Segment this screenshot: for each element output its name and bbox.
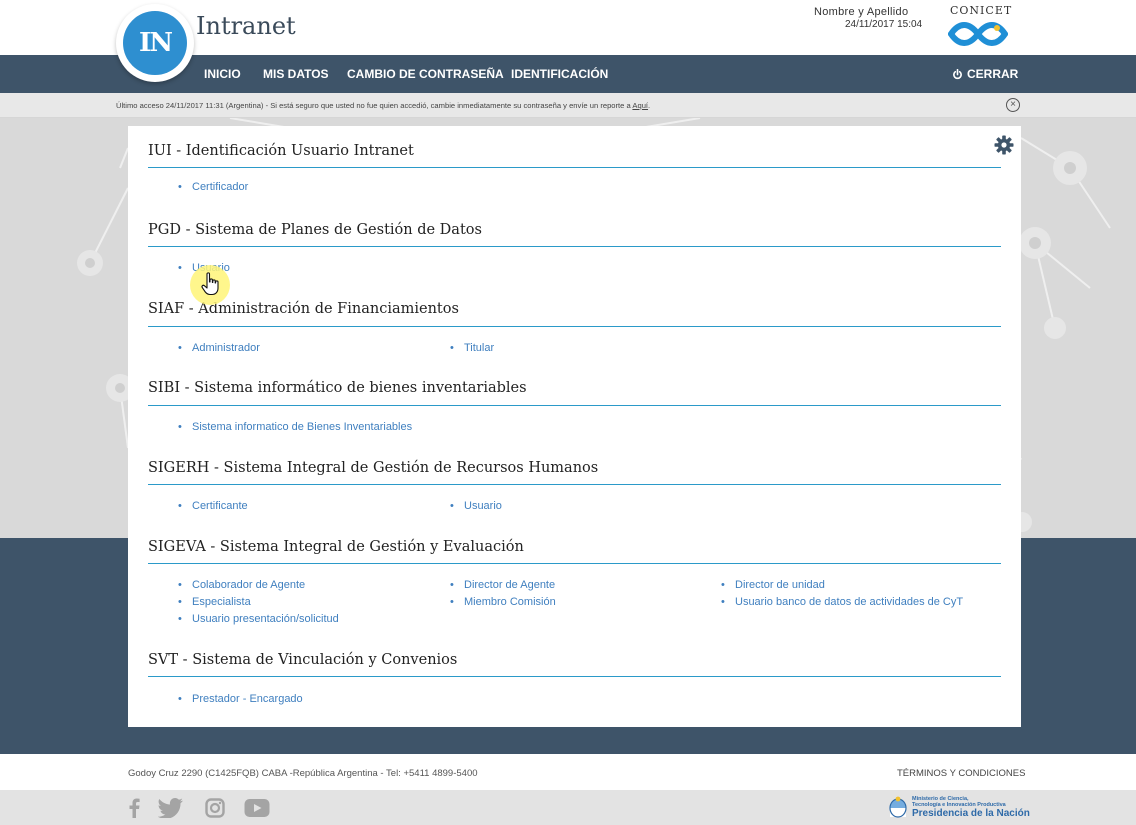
link-sigeva-especialista[interactable]: Especialista [178, 596, 251, 608]
link-sigeva-miembro-comision[interactable]: Miembro Comisión [450, 596, 556, 608]
link-iui-certificador[interactable]: Certificador [178, 181, 248, 193]
nav-mis-datos[interactable]: MIS DATOS [263, 67, 329, 81]
twitter-icon[interactable] [158, 798, 184, 818]
nav-inicio[interactable]: INICIO [204, 67, 241, 81]
nav-identificacion[interactable]: IDENTIFICACIÓN [511, 67, 608, 81]
section-title-pgd: PGD - Sistema de Planes de Gestión de Da… [148, 222, 482, 238]
link-sigeva-director-unidad[interactable]: Director de unidad [721, 579, 825, 591]
footer-address: Godoy Cruz 2290 (C1425FQB) CABA -Repúbli… [128, 768, 478, 779]
systems-card: IUI - Identificación Usuario Intranet Ce… [128, 126, 1021, 727]
section-title-sibi: SIBI - Sistema informático de bienes inv… [148, 380, 527, 396]
power-icon [953, 68, 962, 79]
intranet-logo[interactable]: IN [116, 4, 194, 82]
app-title: Intranet [196, 12, 296, 40]
gear-icon[interactable] [994, 135, 1014, 155]
link-sigerh-usuario[interactable]: Usuario [450, 500, 502, 512]
link-svt-prestador[interactable]: Prestador - Encargado [178, 693, 303, 705]
link-sigeva-colaborador[interactable]: Colaborador de Agente [178, 579, 305, 591]
terms-link[interactable]: TÉRMINOS Y CONDICIONES [897, 768, 1025, 779]
section-divider [148, 676, 1001, 677]
argentina-coat-of-arms-icon [889, 796, 907, 818]
link-sigeva-usuario-presentacion[interactable]: Usuario presentación/solicitud [178, 613, 339, 625]
social-footer: Ministerio de Ciencia, Tecnología e Inno… [0, 790, 1136, 825]
notice-text: Último acceso 24/11/2017 11:31 (Argentin… [116, 101, 651, 110]
last-access-notice: Último acceso 24/11/2017 11:31 (Argentin… [0, 93, 1136, 118]
section-divider [148, 326, 1001, 327]
section-title-sigeva: SIGEVA - Sistema Integral de Gestión y E… [148, 539, 524, 555]
ministry-line3: Presidencia de la Nación [912, 808, 1030, 819]
section-title-sigerh: SIGERH - Sistema Integral de Gestión de … [148, 460, 599, 476]
report-link[interactable]: Aquí [632, 101, 648, 110]
section-divider [148, 563, 1001, 564]
logout-label: CERRAR [967, 67, 1019, 81]
hand-pointer-icon [201, 272, 219, 296]
conicet-logo-label: CONICET [950, 4, 1013, 17]
nav-cambio-contrasena[interactable]: CAMBIO DE CONTRASEÑA [347, 67, 504, 81]
section-divider [148, 405, 1001, 406]
section-title-svt: SVT - Sistema de Vinculación y Convenios [148, 652, 458, 668]
section-divider [148, 484, 1001, 485]
close-icon[interactable]: × [1006, 98, 1020, 112]
youtube-icon[interactable] [244, 798, 270, 818]
facebook-icon[interactable] [128, 798, 140, 818]
link-sigeva-director-agente[interactable]: Director de Agente [450, 579, 555, 591]
link-sigerh-certificante[interactable]: Certificante [178, 500, 248, 512]
section-title-siaf: SIAF - Administración de Financiamientos [148, 301, 459, 317]
conicet-logo [948, 22, 1008, 46]
footer: Godoy Cruz 2290 (C1425FQB) CABA -Repúbli… [0, 754, 1136, 790]
user-last-login-datetime: 24/11/2017 15:04 [845, 19, 923, 30]
link-sigeva-usuario-banco[interactable]: Usuario banco de datos de actividades de… [721, 596, 963, 608]
instagram-icon[interactable] [205, 798, 225, 818]
section-divider [148, 246, 1001, 247]
user-name: Nombre y Apellido [814, 6, 909, 18]
link-siaf-titular[interactable]: Titular [450, 342, 494, 354]
section-title-iui: IUI - Identificación Usuario Intranet [148, 143, 414, 159]
link-sibi-sistema[interactable]: Sistema informatico de Bienes Inventaria… [178, 421, 412, 433]
logo-mark: IN [123, 11, 187, 75]
section-divider [148, 167, 1001, 168]
link-siaf-administrador[interactable]: Administrador [178, 342, 260, 354]
ministry-logo: Ministerio de Ciencia, Tecnología e Inno… [888, 796, 1030, 820]
logout-button[interactable]: CERRAR [952, 67, 1018, 81]
